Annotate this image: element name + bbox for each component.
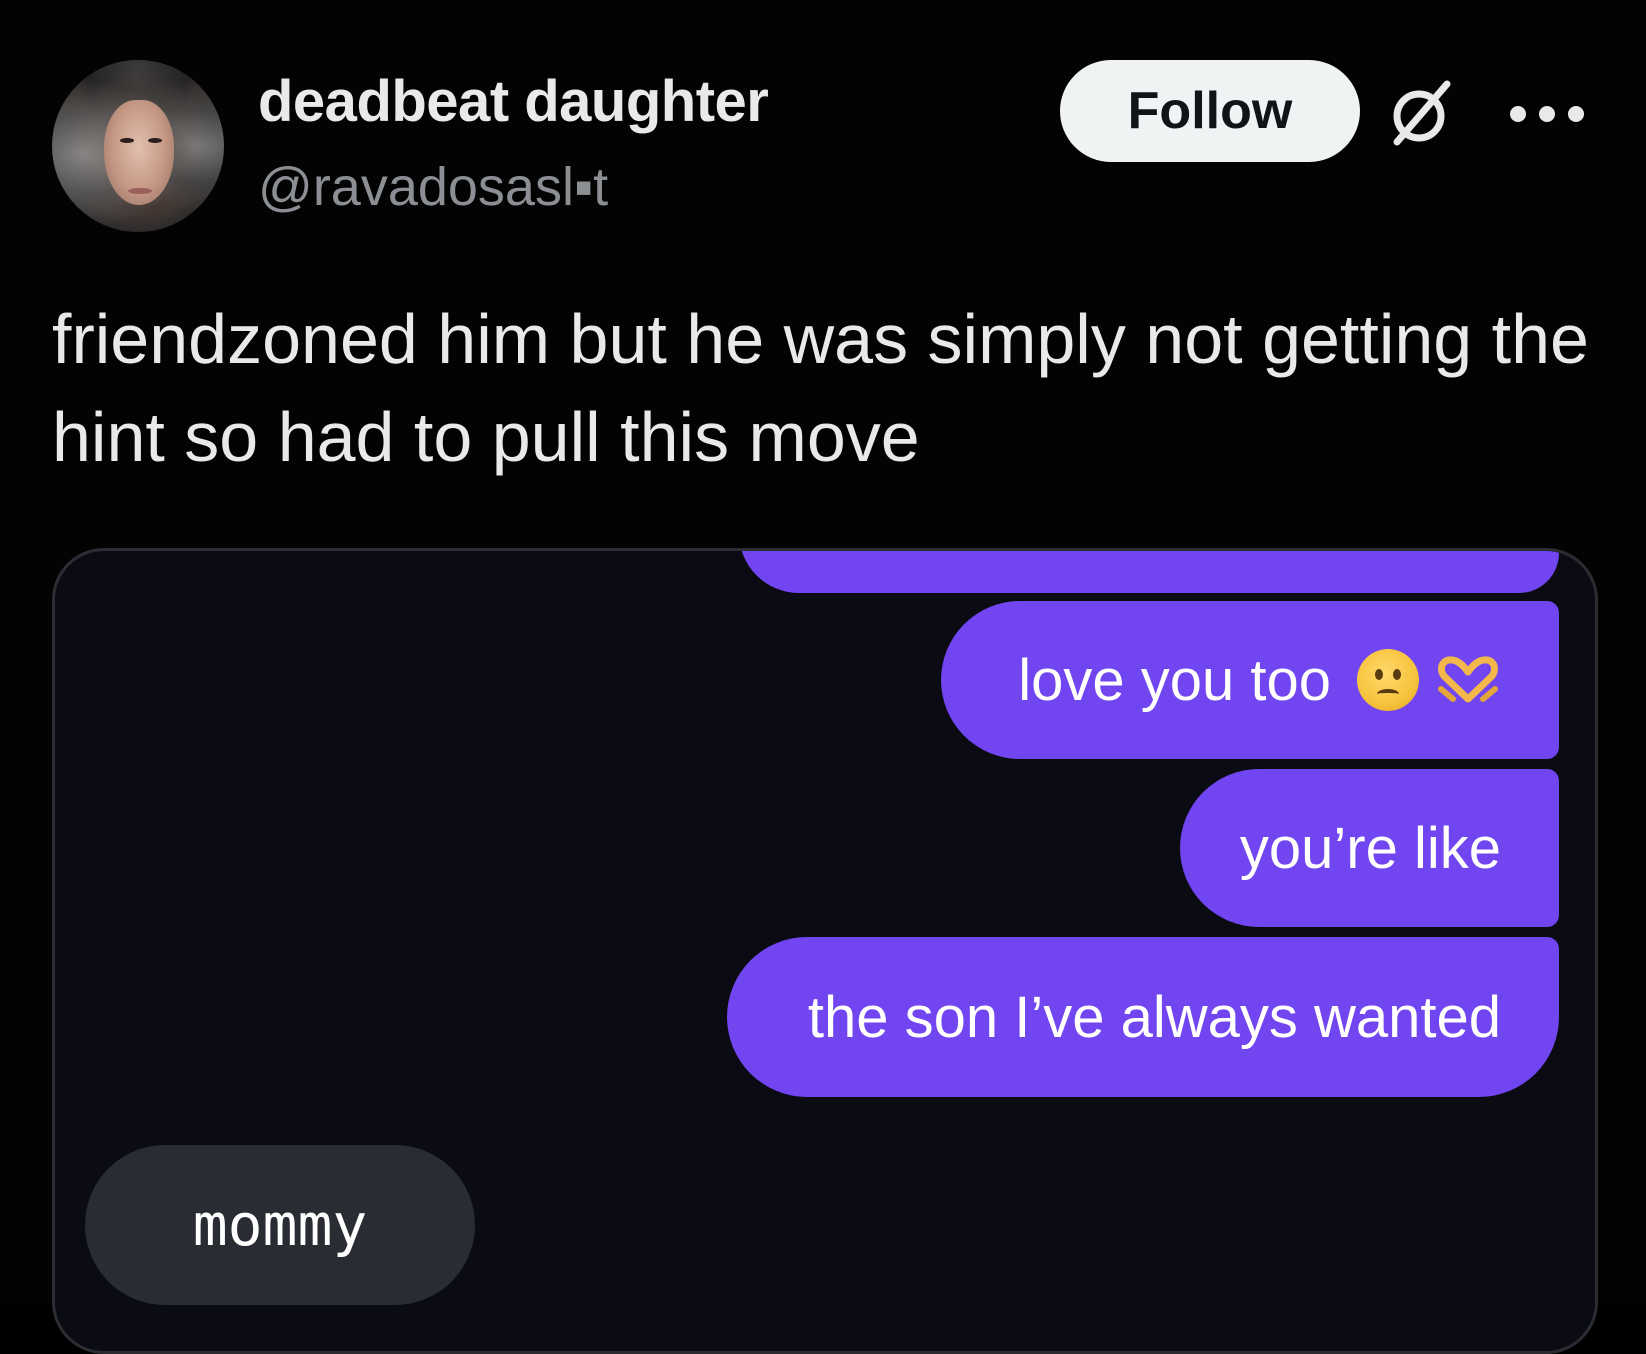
message-text: mommy — [192, 1191, 368, 1259]
frowning-face-icon — [1357, 649, 1419, 711]
message-text: love you too — [1018, 647, 1331, 713]
avatar-mouth — [128, 188, 152, 194]
outgoing-message-bubble: the son I’ve always wanted — [727, 937, 1559, 1097]
follow-button[interactable]: Follow — [1060, 60, 1360, 162]
tweet-post: deadbeat daughter @ravadosasl▪t Follow f… — [0, 0, 1646, 1354]
message-text: you’re like — [1239, 815, 1501, 881]
incoming-message-bubble: mommy — [85, 1145, 475, 1305]
more-dots-icon[interactable] — [1508, 104, 1586, 124]
outgoing-message-bubble: love you too — [941, 601, 1559, 759]
post-text: friendzoned him but he was simply not ge… — [52, 300, 1589, 476]
message-text: the son I’ve always wanted — [807, 984, 1501, 1050]
grok-slash-circle-icon[interactable] — [1385, 76, 1459, 150]
avatar-eye-left — [120, 138, 134, 143]
avatar-eye-right — [148, 138, 162, 143]
post-media-screenshot[interactable]: love you too you’re like the son I’ve al… — [52, 548, 1598, 1354]
author-avatar[interactable] — [52, 60, 224, 232]
cut-off-message-bubble — [739, 551, 1559, 593]
outgoing-message-bubble: you’re like — [1180, 769, 1559, 927]
author-handle[interactable]: @ravadosasl▪t — [258, 156, 608, 218]
heart-hands-icon — [1438, 656, 1498, 703]
author-display-name[interactable]: deadbeat daughter — [258, 68, 769, 135]
